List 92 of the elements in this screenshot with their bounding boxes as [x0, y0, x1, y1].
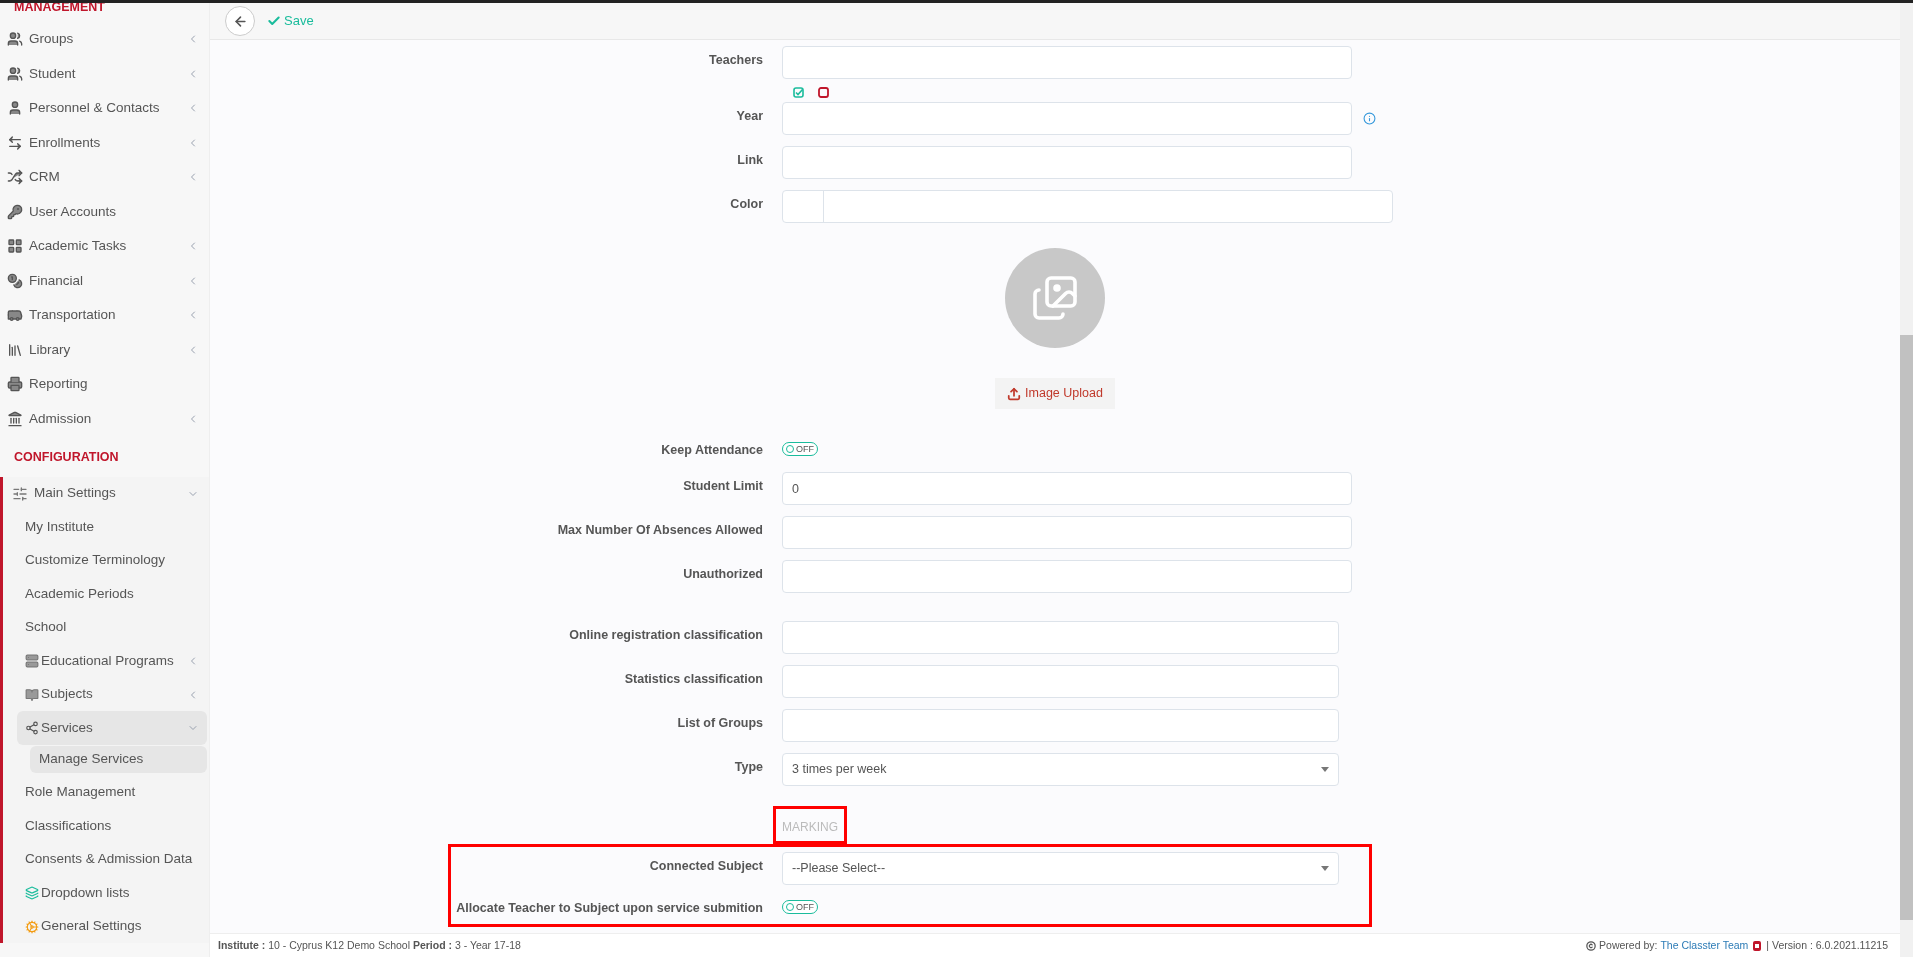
sidebar-item[interactable]: Role Management	[25, 775, 207, 810]
field-label: Keep Attendance	[661, 443, 763, 457]
field-label: Teachers	[709, 53, 763, 67]
grid-icon	[7, 238, 23, 255]
sidebar-item[interactable]: CRM	[0, 160, 209, 195]
text-field[interactable]	[782, 46, 1352, 79]
checked-box-icon[interactable]	[793, 86, 804, 98]
field-label: Student Limit	[683, 479, 763, 493]
arrows-icon	[7, 134, 23, 151]
field-label: Max Number Of Absences Allowed	[557, 523, 763, 537]
team-link[interactable]: The Classter Team	[1660, 937, 1749, 954]
text-field[interactable]	[782, 665, 1339, 698]
sidebar-item[interactable]: Groups	[0, 22, 209, 57]
sliders-icon	[12, 485, 28, 502]
field-label: Unauthorized	[683, 567, 763, 581]
sidebar-item[interactable]: Consents & Admission Data	[25, 842, 207, 877]
field-label: Color	[730, 197, 763, 211]
field-label: Statistics classification	[624, 672, 763, 686]
sidebar-item[interactable]: General Settings	[25, 909, 207, 944]
color-field[interactable]	[782, 190, 1393, 223]
field-label: Year	[736, 109, 763, 123]
sidebar-item[interactable]: Enrollments	[0, 125, 209, 160]
version-text: | Version : 6.0.2021.11215	[1766, 937, 1888, 953]
sidebar-item[interactable]: Financial	[0, 263, 209, 298]
nodes-icon	[25, 721, 39, 735]
field-label: Link	[737, 153, 763, 167]
text-field[interactable]	[782, 560, 1352, 593]
field-label: Allocate Teacher to Subject upon service submition	[456, 901, 763, 915]
sidebar-item[interactable]: Personnel & Contacts	[0, 91, 209, 126]
sidebar-item[interactable]: School	[25, 610, 207, 645]
sidebar-item[interactable]: User Accounts	[0, 194, 209, 229]
people-icon	[7, 31, 23, 48]
section-title: MARKING	[773, 806, 847, 844]
empty-box-icon[interactable]	[818, 86, 829, 98]
powered-by-text: Powered by:	[1599, 937, 1658, 953]
server-icon	[25, 654, 39, 668]
coins-icon	[7, 272, 23, 289]
scrollbar[interactable]	[1900, 3, 1913, 957]
sidebar-item[interactable]: Student	[0, 56, 209, 91]
caret-icon	[1321, 866, 1329, 871]
gear-icon	[25, 919, 39, 934]
field-label: List of Groups	[677, 716, 763, 730]
sidebar-item[interactable]: Customize Terminology	[25, 543, 207, 578]
sidebar-item[interactable]: Transportation	[0, 298, 209, 333]
context-text: Institute : 10 - Cyprus K12 Demo School Period : 3 - Year 17-18	[218, 937, 521, 953]
printer-icon	[7, 376, 23, 393]
field-label: Type	[734, 760, 763, 774]
field-label: Online registration classification	[569, 628, 763, 642]
text-field[interactable]	[782, 621, 1339, 654]
copyright-icon	[1586, 940, 1597, 951]
sidebar-item[interactable]: Classifications	[25, 809, 207, 843]
upload-icon	[1007, 386, 1022, 401]
sidebar-item[interactable]: Main Settings	[3, 476, 209, 511]
sidebar-item[interactable]: Academic Tasks	[0, 229, 209, 264]
book-icon	[25, 687, 39, 702]
upload-button[interactable]: Image Upload	[995, 378, 1115, 409]
text-field[interactable]	[782, 709, 1339, 742]
dropdown-field[interactable]: --Please Select--	[782, 852, 1339, 885]
people-icon	[7, 65, 23, 82]
text-field[interactable]	[782, 146, 1352, 179]
back-button[interactable]	[225, 6, 255, 36]
key-icon	[7, 203, 23, 220]
section-heading: MANAGEMENT	[13, 3, 106, 16]
check-icon	[267, 14, 281, 28]
sidebar-item[interactable]: Educational Programs	[25, 644, 207, 678]
building-icon	[7, 410, 23, 427]
sidebar-item[interactable]: Manage Services	[30, 745, 207, 773]
images-icon	[1031, 274, 1079, 322]
layers-icon	[25, 886, 39, 900]
section-heading: CONFIGURATION	[13, 449, 120, 466]
sidebar-item[interactable]: Services	[17, 711, 207, 745]
sidebar-item[interactable]: Academic Periods	[25, 577, 207, 611]
person-icon	[7, 100, 23, 117]
toggle-switch[interactable]: OFF	[782, 900, 818, 914]
scrollbar-thumb[interactable]	[1900, 335, 1913, 920]
bus-icon	[7, 307, 23, 324]
sidebar-item[interactable]: Admission	[0, 401, 209, 436]
dropdown-field[interactable]: 3 times per week	[782, 753, 1339, 786]
logo-icon	[1751, 939, 1764, 952]
field-label: Connected Subject	[649, 859, 763, 873]
sidebar-item[interactable]: Dropdown lists	[25, 876, 207, 910]
text-field[interactable]: 0	[782, 472, 1352, 505]
sidebar-item[interactable]: Subjects	[25, 677, 207, 712]
shuffle-icon	[7, 169, 23, 186]
sidebar-item[interactable]: Reporting	[0, 367, 209, 402]
sidebar-item[interactable]: My Institute	[25, 510, 207, 544]
toggle-switch[interactable]: OFF	[782, 442, 818, 456]
caret-icon	[1321, 767, 1329, 772]
text-field[interactable]	[782, 102, 1352, 135]
text-field[interactable]	[782, 516, 1352, 549]
sidebar-item[interactable]: Library	[0, 332, 209, 367]
books-icon	[7, 341, 23, 358]
